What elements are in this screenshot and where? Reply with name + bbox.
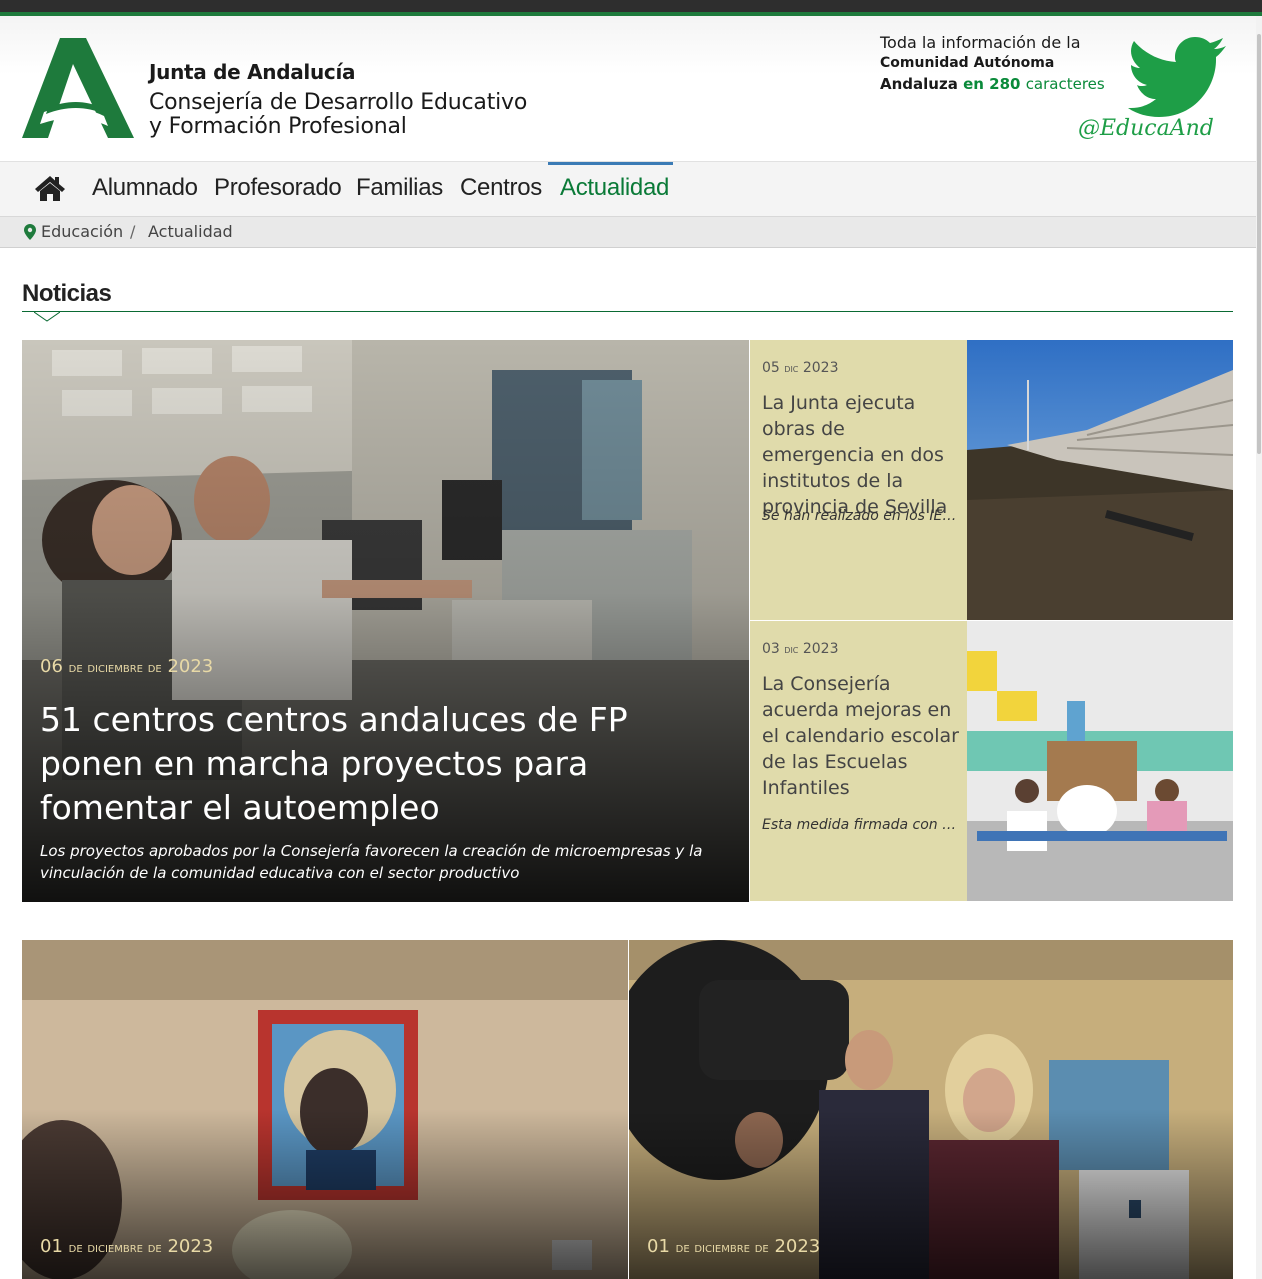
news-card-date: 05 dic 2023 xyxy=(762,360,838,376)
news-card-date: 03 dic 2023 xyxy=(762,641,838,657)
news-card-date-day: 01 xyxy=(40,1236,63,1257)
news-card-date-month: dic xyxy=(784,642,799,656)
featured-news-date-month: de diciembre de xyxy=(68,659,162,676)
news-card-photo xyxy=(629,940,1233,1279)
featured-news-date: 06 de diciembre de 2023 xyxy=(40,656,213,677)
featured-news-title[interactable]: 51 centros centros andaluces de FP ponen… xyxy=(40,698,740,830)
news-card-date-day: 03 xyxy=(762,641,780,657)
twitter-bird-icon[interactable] xyxy=(1128,36,1228,118)
news-card-date-month: dic xyxy=(784,361,799,375)
news-card-title[interactable]: La Junta ejecuta obras de emergencia en … xyxy=(762,390,960,520)
featured-news-date-year: 2023 xyxy=(167,656,214,677)
news-card-date-year: 2023 xyxy=(167,1236,214,1257)
twitter-promo-280: en 280 xyxy=(963,75,1021,93)
breadcrumb-current: Actualidad xyxy=(148,222,233,241)
nav-item-familias[interactable]: Familias xyxy=(356,174,443,202)
news-card-title[interactable]: La Consejería acuerda mejoras en el cale… xyxy=(762,671,960,801)
news-card-bottom-2[interactable]: 01 de diciembre de 2023 xyxy=(629,940,1233,1279)
location-pin-icon xyxy=(24,224,36,240)
section-divider xyxy=(22,311,1233,312)
featured-news-date-day: 06 xyxy=(40,656,63,677)
twitter-promo-line3: Andaluza en 280 caracteres xyxy=(880,74,1130,95)
breadcrumb: Educación / Actualidad xyxy=(0,216,1256,248)
twitter-promo-andaluza: Andaluza xyxy=(880,75,958,93)
chevron-down-icon xyxy=(34,312,60,322)
featured-news-card[interactable]: 06 de diciembre de 2023 51 centros centr… xyxy=(22,340,749,902)
twitter-promo[interactable]: Toda la información de la Comunidad Autó… xyxy=(880,32,1130,95)
nav-item-alumnado[interactable]: Alumnado xyxy=(92,174,198,202)
site-header: Junta de Andalucía Consejería de Desarro… xyxy=(0,16,1256,162)
scrollbar[interactable] xyxy=(1256,16,1262,1279)
breadcrumb-home-link[interactable]: Educación xyxy=(41,222,123,241)
news-card-bottom-1[interactable]: 01 de diciembre de 2023 xyxy=(22,940,628,1279)
news-card-date: 01 de diciembre de 2023 xyxy=(647,1236,820,1257)
department-name-line2: y Formación Profesional xyxy=(149,114,407,139)
news-card-obras-sevilla[interactable]: 05 dic 2023 La Junta ejecuta obras de em… xyxy=(750,340,1233,620)
nav-item-profesorado[interactable]: Profesorado xyxy=(214,174,342,202)
news-card-text-panel: 03 dic 2023 La Consejería acuerda mejora… xyxy=(750,621,967,901)
news-card-date-month: de diciembre de xyxy=(68,1239,162,1256)
news-card-date-month: de diciembre de xyxy=(675,1239,769,1256)
news-card-date-day: 01 xyxy=(647,1236,670,1257)
news-card-date-year: 2023 xyxy=(802,641,839,657)
org-name: Junta de Andalucía xyxy=(149,60,356,84)
featured-news-subtitle: Los proyectos aprobados por la Consejerí… xyxy=(40,842,703,882)
twitter-promo-line1: Toda la información de la xyxy=(880,33,1081,52)
nav-item-actualidad[interactable]: Actualidad xyxy=(560,174,669,202)
news-card-text-panel: 05 dic 2023 La Junta ejecuta obras de em… xyxy=(750,340,967,620)
twitter-handle[interactable]: @EducaAnd xyxy=(1078,116,1214,141)
news-card-summary: Esta medida firmada con los… xyxy=(762,817,960,833)
news-card-date-year: 2023 xyxy=(802,360,839,376)
news-card-date: 01 de diciembre de 2023 xyxy=(40,1236,213,1257)
news-card-photo xyxy=(967,340,1233,620)
news-card-summary: Se han realizado en los IES… xyxy=(762,508,960,524)
department-name-line1: Consejería de Desarrollo Educativo xyxy=(149,90,528,115)
twitter-promo-line2: Comunidad Autónoma xyxy=(880,55,1055,71)
news-card-date-year: 2023 xyxy=(774,1236,821,1257)
nav-active-indicator xyxy=(548,162,673,165)
home-icon[interactable] xyxy=(34,174,66,202)
news-card-date-day: 05 xyxy=(762,360,780,376)
section-title: Noticias xyxy=(22,280,112,307)
junta-andalucia-logo[interactable] xyxy=(22,36,134,140)
news-card-photo xyxy=(22,940,628,1279)
twitter-promo-caracteres: caracteres xyxy=(1025,75,1105,93)
scrollbar-thumb[interactable] xyxy=(1257,34,1261,454)
breadcrumb-separator: / xyxy=(130,222,136,241)
main-navigation: Alumnado Profesorado Familias Centros Ac… xyxy=(0,161,1256,216)
news-card-photo xyxy=(967,621,1233,901)
nav-item-centros[interactable]: Centros xyxy=(460,174,542,202)
news-card-calendario-escolar[interactable]: 03 dic 2023 La Consejería acuerda mejora… xyxy=(750,621,1233,901)
